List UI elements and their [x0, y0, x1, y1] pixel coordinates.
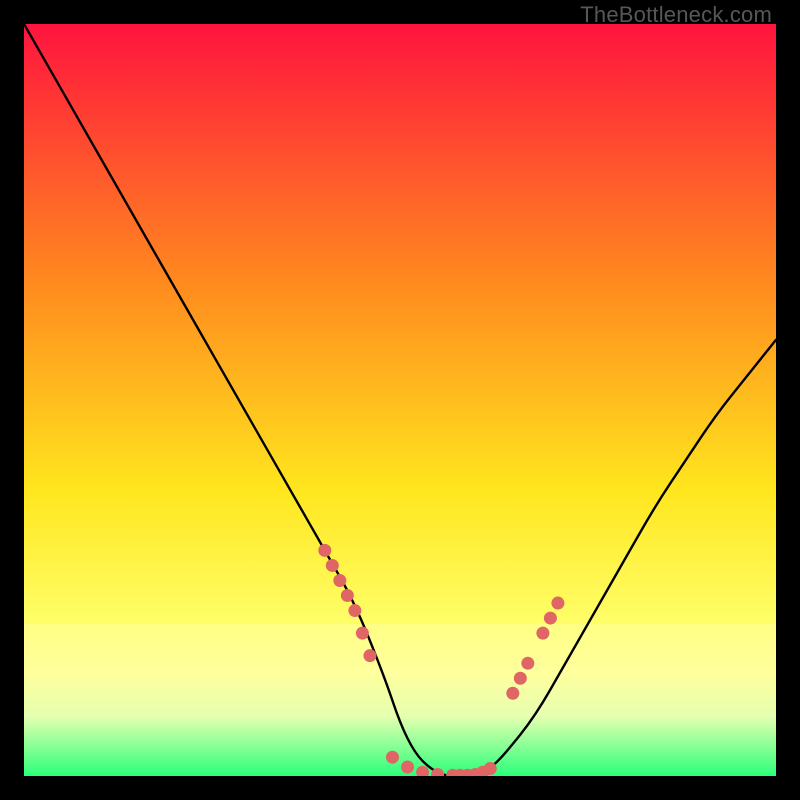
chart-frame: [24, 24, 776, 776]
watermark-text: TheBottleneck.com: [580, 2, 772, 28]
curve-marker: [506, 687, 519, 700]
curve-marker: [318, 544, 331, 557]
curve-marker: [514, 672, 527, 685]
curve-marker: [348, 604, 361, 617]
curve-marker: [341, 589, 354, 602]
curve-marker: [356, 627, 369, 640]
curve-marker: [326, 559, 339, 572]
curve-marker: [401, 760, 414, 773]
curve-marker: [386, 751, 399, 764]
curve-marker: [521, 657, 534, 670]
curve-marker: [333, 574, 346, 587]
curve-marker: [484, 762, 497, 775]
bottleneck-chart: [24, 24, 776, 776]
curve-marker: [363, 649, 376, 662]
yellow-band: [24, 624, 776, 679]
curve-marker: [551, 597, 564, 610]
curve-marker: [544, 612, 557, 625]
curve-marker: [536, 627, 549, 640]
